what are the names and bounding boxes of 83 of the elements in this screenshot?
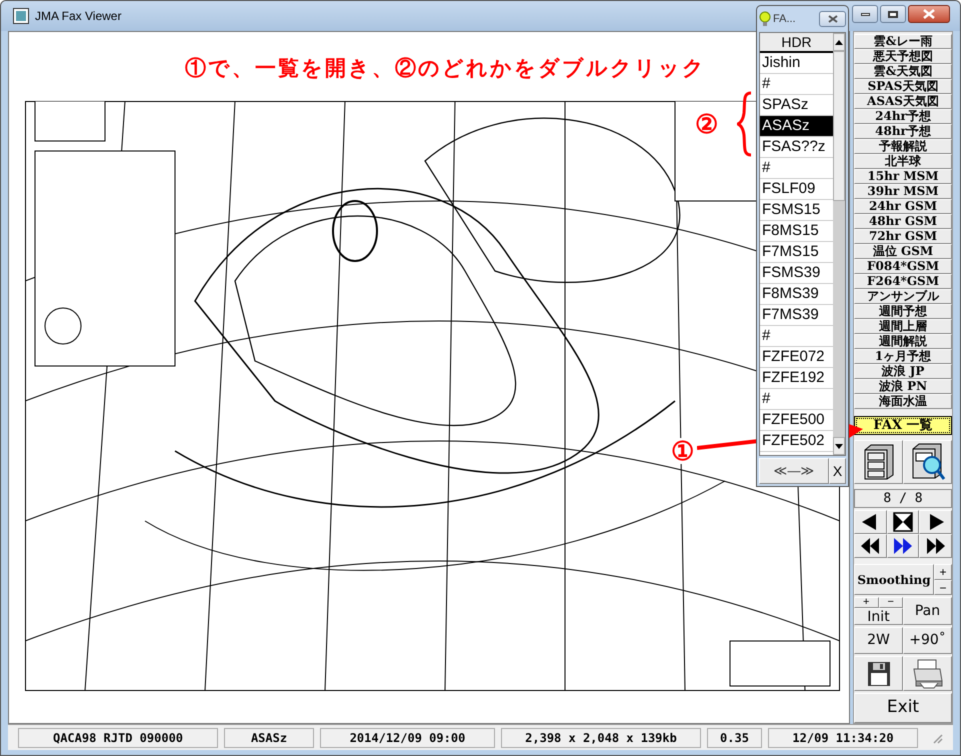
circled-number-label: ② [695, 111, 718, 137]
zoom-out-button[interactable]: − [878, 597, 903, 608]
fax-list-button[interactable]: FAX 一覧 [854, 416, 952, 435]
bowtie-icon [892, 512, 913, 532]
scroll-up-icon [835, 40, 843, 44]
category-button[interactable]: 雲&天気図 [854, 64, 952, 79]
category-button[interactable]: 雲&レー雨 [854, 34, 952, 49]
navigation-button[interactable] [919, 510, 952, 534]
category-button[interactable]: 予報解説 [854, 139, 952, 154]
printer-icon [912, 658, 944, 689]
category-button[interactable]: 悪天予想図 [854, 49, 952, 64]
category-button[interactable]: 1ヶ月予想 [854, 349, 952, 364]
rotate-button[interactable]: +90˚ [903, 627, 952, 654]
category-button[interactable]: 波浪 PN [854, 379, 952, 394]
status-field: QACA98 RJTD 090000 [18, 728, 218, 748]
status-field: 0.35 [707, 728, 762, 748]
prev-next-button[interactable]: ≪—≫ [759, 458, 829, 484]
category-button[interactable]: SPAS天気図 [854, 79, 952, 94]
window-title: JMA Fax Viewer [35, 8, 122, 25]
decrease-button[interactable]: − [934, 580, 952, 596]
popup-close-button[interactable] [819, 11, 846, 27]
save-button[interactable] [854, 656, 903, 691]
status-field: ASASz [224, 728, 314, 748]
cabinet-magnifier-icon [910, 443, 946, 482]
cabinet-search-button[interactable] [903, 440, 952, 484]
smoothing-button[interactable]: Smoothing [854, 564, 934, 596]
category-button[interactable]: 温位 GSM [854, 244, 952, 259]
maximize-button[interactable] [880, 5, 906, 23]
zoom-in-button[interactable]: + [854, 597, 878, 608]
popup-title: FA... [773, 12, 796, 27]
category-button[interactable]: 波浪 JP [854, 364, 952, 379]
status-field: 2,398 x 2,048 x 139kb [501, 728, 701, 748]
navigation-button[interactable] [886, 534, 920, 558]
circled-number-label: ① [671, 438, 694, 464]
increase-button[interactable]: + [934, 564, 952, 580]
category-button[interactable]: 24hr予想 [854, 109, 952, 124]
print-button[interactable] [903, 656, 952, 691]
navigation-button[interactable] [854, 510, 887, 534]
exit-button[interactable]: Exit [854, 693, 952, 723]
category-button[interactable]: 48hr予想 [854, 124, 952, 139]
two-window-button[interactable]: 2W [854, 627, 903, 654]
navigation-button[interactable] [886, 510, 920, 534]
page-counter: 8 / 8 [854, 489, 952, 508]
rewind-icon [860, 536, 880, 556]
category-button[interactable]: 24hr GSM [854, 199, 952, 214]
light-bulb-icon [759, 11, 771, 27]
category-button[interactable]: F084*GSM [854, 259, 952, 274]
close-button[interactable] [908, 5, 950, 23]
category-button[interactable]: 北半球 [854, 154, 952, 169]
status-field: 12/09 11:34:20 [768, 728, 918, 748]
pan-button[interactable]: Pan [903, 597, 952, 626]
close-icon [828, 15, 838, 23]
category-button[interactable]: F264*GSM [854, 274, 952, 289]
file-cabinet-icon [862, 444, 896, 480]
fast-forward-icon [926, 536, 946, 556]
popup-x-button[interactable]: X [829, 458, 846, 484]
category-button[interactable]: 48hr GSM [854, 214, 952, 229]
close-icon [923, 9, 935, 19]
category-button[interactable]: 39hr MSM [854, 184, 952, 199]
list-header: HDR [760, 33, 833, 53]
cabinet-button[interactable] [854, 440, 903, 484]
category-button[interactable]: 週間予想 [854, 304, 952, 319]
instruction-text: ①で、一覧を開き、②のどれかをダブルクリック [185, 56, 706, 82]
init-button[interactable]: Init [854, 608, 903, 626]
category-button[interactable]: 15hr MSM [854, 169, 952, 184]
category-button[interactable]: 週間上層 [854, 319, 952, 334]
category-button[interactable]: 週間解説 [854, 334, 952, 349]
category-button[interactable]: 72hr GSM [854, 229, 952, 244]
app-icon [13, 8, 29, 24]
resize-grip-icon [931, 732, 943, 744]
scroll-thumb[interactable] [833, 51, 845, 201]
navigation-button[interactable] [854, 534, 887, 558]
navigation-button[interactable] [919, 534, 952, 558]
brace-mark [737, 91, 753, 157]
category-button[interactable]: 海面水温 [854, 394, 952, 409]
minimize-button[interactable] [852, 5, 878, 23]
fast-forward-icon [892, 536, 913, 556]
category-button[interactable]: ASAS天気図 [854, 94, 952, 109]
list-item[interactable]: ASASz [760, 116, 833, 137]
list-item[interactable]: Jishin [760, 53, 833, 74]
category-button[interactable]: アンサンブル [854, 289, 952, 304]
status-field: 2014/12/09 09:00 [320, 728, 495, 748]
scroll-down-icon [835, 444, 843, 448]
